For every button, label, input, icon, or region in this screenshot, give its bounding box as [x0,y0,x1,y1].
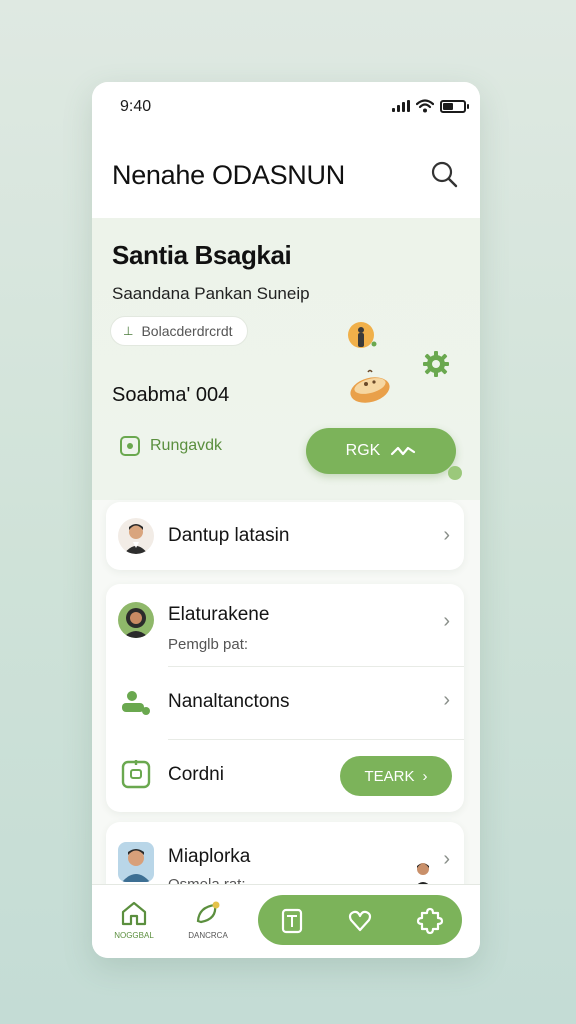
action-button-label: TEARK [364,767,415,785]
home-icon [121,901,147,926]
status-chip[interactable]: ⊥ Bolacderdrcrdt [110,316,248,346]
profile-name: Santia Bsagkai [112,240,292,270]
settings-gear-icon[interactable] [420,348,452,380]
pin-icon: ⊥ [123,324,134,338]
chevron-right-icon: › [443,689,450,711]
action-button[interactable]: TEARK › [340,756,452,796]
leaf-icon [196,901,220,924]
puzzle-icon[interactable] [416,907,444,935]
profile-hero: Santia Bsagkai Saandana Pankan Suneip ⊥ … [92,218,480,500]
chevron-right-icon: › [422,767,428,785]
chevron-right-icon: › [443,848,450,870]
list-item-title: Nanaltanctons [168,691,290,712]
bottom-nav: NOGGBAL DANCRCA [92,884,480,958]
wifi-icon [416,99,434,113]
list-card: Dantup latasin › [106,502,464,570]
list-item-title: Miaplorka [168,846,251,867]
document-icon[interactable] [278,907,306,935]
status-chip-label: Bolacderdrcrdt [141,323,233,339]
chevron-right-icon: › [443,524,450,546]
status-bar: 9:40 [92,82,480,134]
nav-action-group [258,895,462,945]
nav-home[interactable]: NOGGBAL [102,899,166,940]
heart-icon[interactable] [346,907,374,935]
list-card: Elaturakene Pemglb pat: › Nanaltanctons … [106,584,464,812]
nav-discover-label: DANCRCA [188,931,228,940]
list-item[interactable]: Elaturakene Pemglb pat: › [106,584,464,666]
status-icons [392,99,469,113]
signal-icon [392,100,410,112]
page-title: Nenahe ODASNUN [112,160,345,190]
calendar-icon [121,760,151,789]
tag-label: Rungavdk [150,437,223,454]
nav-discover[interactable]: DANCRCA [176,899,240,940]
wave-icon [391,446,416,456]
group-icon [122,691,150,715]
tag-link[interactable]: Rungavdk [120,436,222,456]
nav-home-label: NOGGBAL [114,931,154,940]
avatar [118,602,154,638]
list-item-title: Cordni [168,764,224,785]
tag-icon [120,436,140,456]
profile-count: Soabma' 004 [112,384,230,406]
list-item[interactable]: Cordni TEARK › [106,740,464,812]
status-time: 9:40 [120,98,152,115]
search-icon[interactable] [428,158,462,192]
primary-cta-button[interactable]: RGK [306,428,462,480]
list-item-title: Dantup latasin [168,525,290,546]
battery-icon [440,99,469,113]
list-item-subtitle: Pemglb pat: [168,636,249,653]
list-item[interactable]: Nanaltanctons › [106,667,464,739]
profile-subtitle: Saandana Pankan Suneip [112,284,310,303]
avatar [118,842,154,882]
list-item[interactable]: Dantup latasin › [106,502,464,570]
phone-frame: 9:40 Nenahe ODASNUN Santia Bsagkai Saand… [92,82,480,958]
person-icon [348,322,377,348]
list-item-title: Elaturakene [168,604,270,625]
cta-label: RGK [345,442,381,459]
app-bar: Nenahe ODASNUN [92,134,480,218]
chevron-right-icon: › [443,610,450,632]
food-bowl-icon [350,369,390,403]
avatar [118,518,154,554]
